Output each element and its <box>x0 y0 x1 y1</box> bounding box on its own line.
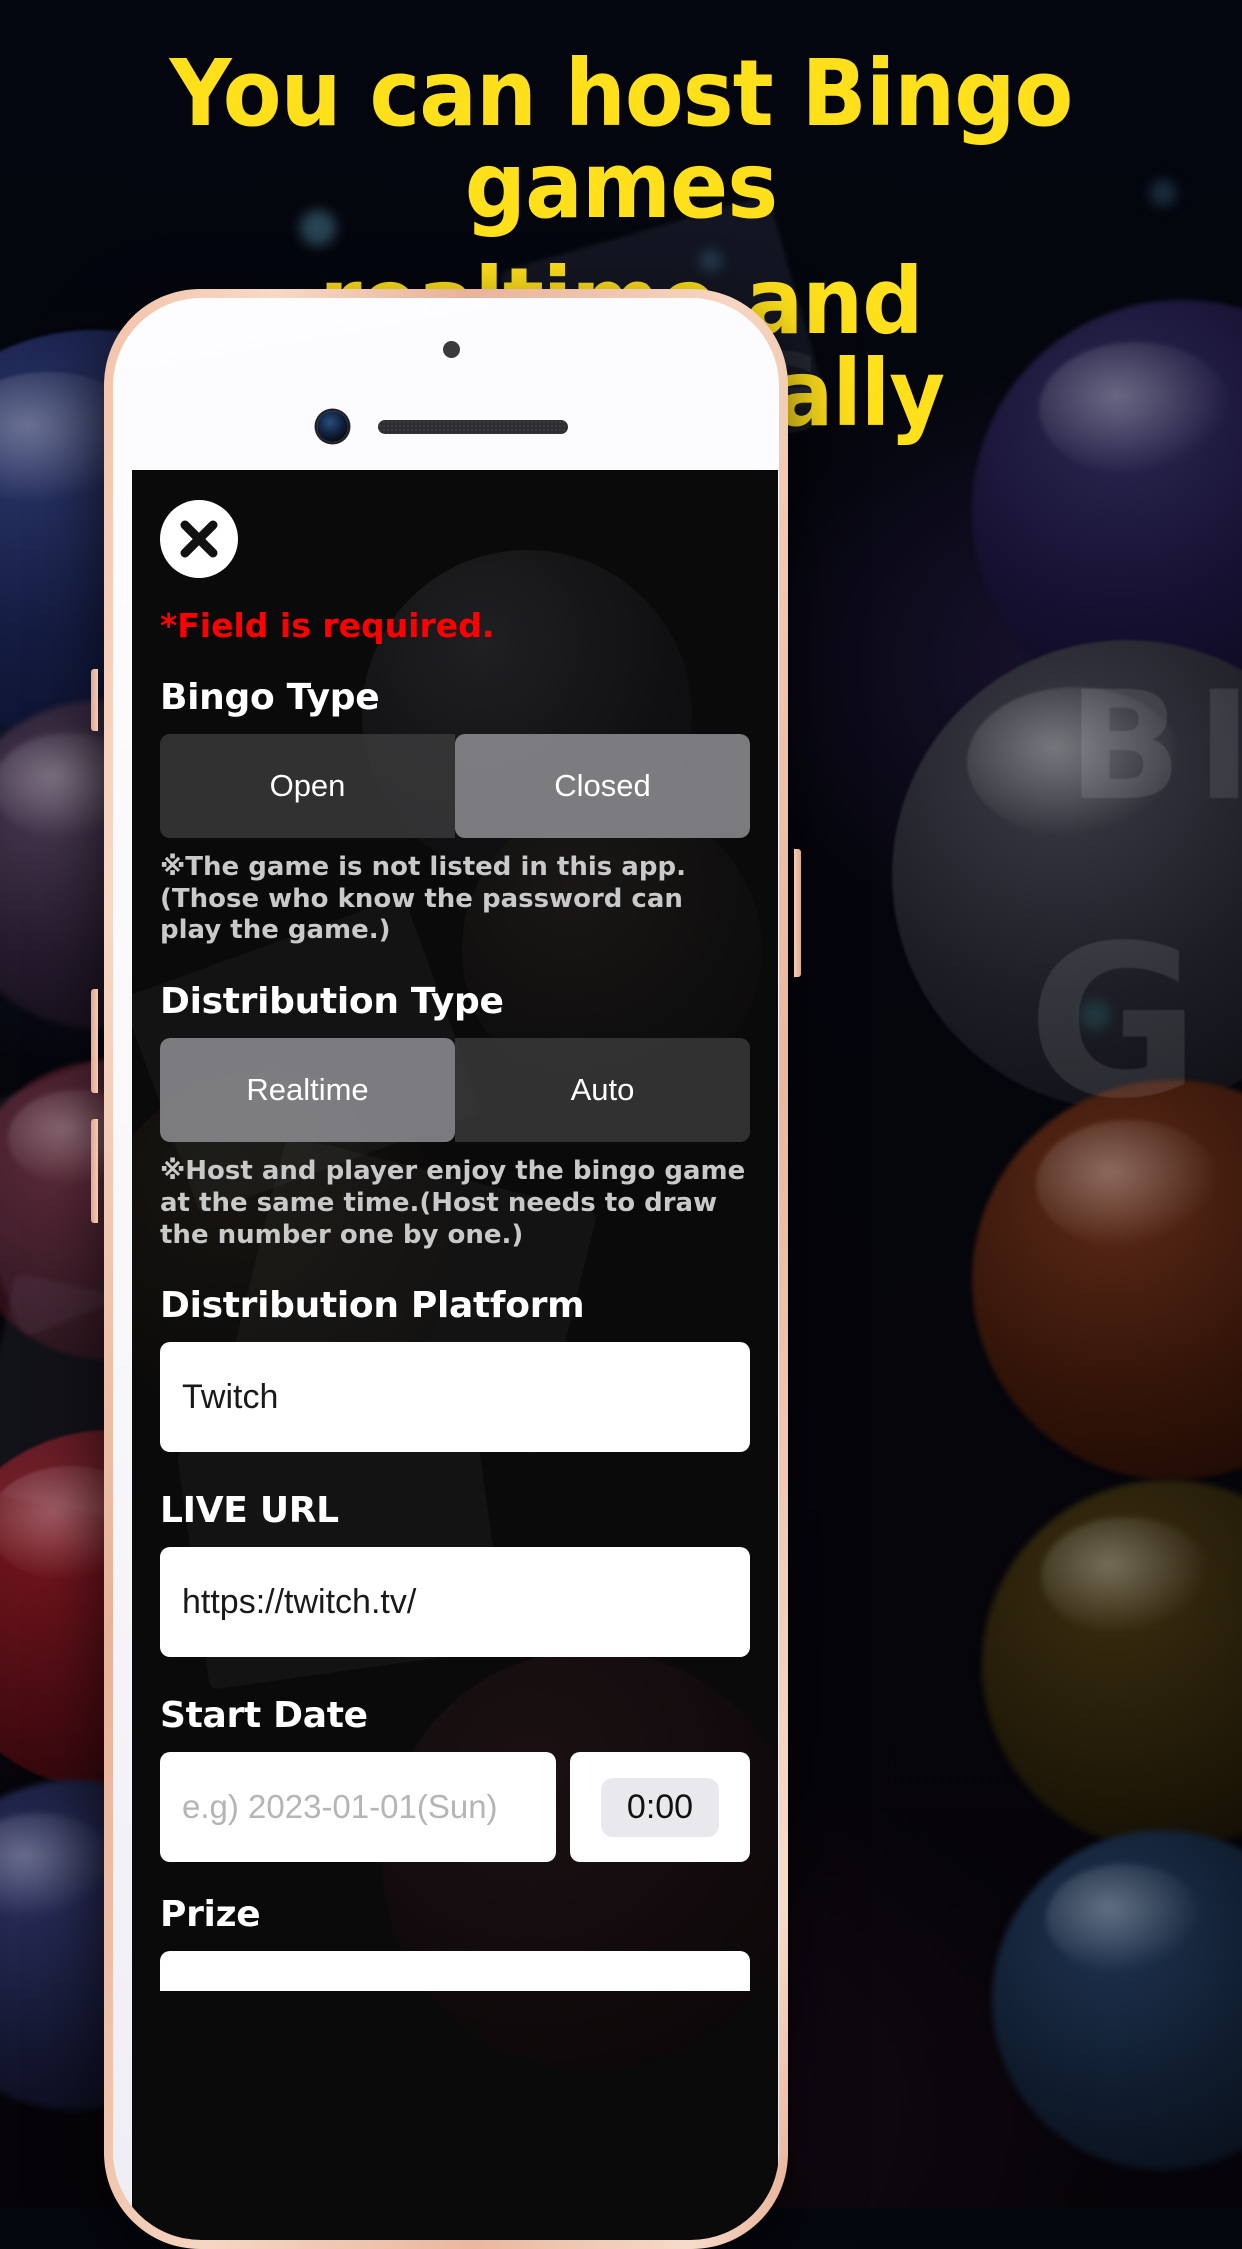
phone-mockup: *Field is required. Bingo Type Open Clos… <box>91 289 801 2249</box>
start-date-input[interactable]: e.g) 2023-01-01(Sun) <box>160 1752 556 1863</box>
decorative-letter-i: I <box>1196 660 1242 834</box>
distribution-platform-input[interactable]: Twitch <box>160 1342 750 1453</box>
bingo-type-label: Bingo Type <box>160 677 380 718</box>
proximity-sensor-icon <box>443 341 460 358</box>
phone-volume-up-button <box>91 989 98 1093</box>
start-date-label: Start Date <box>160 1695 368 1737</box>
form-container: *Field is required. Bingo Type Open Clos… <box>132 470 778 2240</box>
prize-section: Prize <box>160 1894 750 1992</box>
start-date-section: Start Date e.g) 2023-01-01(Sun) 0:00 <box>160 1695 750 1863</box>
live-url-label: LIVE URL <box>160 1490 339 1532</box>
phone-power-button <box>794 849 801 977</box>
phone-volume-down-button <box>91 1119 98 1223</box>
distribution-type-option-realtime[interactable]: Realtime <box>160 1038 455 1143</box>
start-time-input[interactable]: 0:00 <box>570 1752 750 1863</box>
bingo-type-section: Bingo Type Open Closed ※The game is not … <box>160 677 750 947</box>
headline-line-1: You can host Bingo games <box>169 40 1074 239</box>
decorative-letter-b: B <box>1067 660 1182 834</box>
prize-input[interactable] <box>160 1951 750 1992</box>
bingo-type-note: ※The game is not listed in this app.(Tho… <box>160 852 686 946</box>
distribution-type-segmented-control[interactable]: Realtime Auto <box>160 1038 750 1143</box>
distribution-type-note: ※Host and player enjoy the bingo game at… <box>160 1156 746 1250</box>
close-icon <box>180 520 218 558</box>
earpiece-speaker-icon <box>378 420 568 434</box>
live-url-section: LIVE URL https://twitch.tv/ <box>160 1490 750 1658</box>
phone-body: *Field is required. Bingo Type Open Clos… <box>113 298 779 2240</box>
start-time-value[interactable]: 0:00 <box>600 1777 720 1837</box>
distribution-type-section: Distribution Type Realtime Auto ※Host an… <box>160 981 750 1251</box>
close-button[interactable] <box>160 500 238 578</box>
distribution-platform-label: Distribution Platform <box>160 1285 585 1327</box>
bingo-type-segmented-control[interactable]: Open Closed <box>160 734 750 838</box>
start-date-row: e.g) 2023-01-01(Sun) 0:00 <box>160 1752 750 1863</box>
decorative-letter-g: G <box>1027 900 1200 1145</box>
error-message: *Field is required. <box>160 606 495 645</box>
distribution-type-label: Distribution Type <box>160 981 504 1023</box>
bingo-type-option-closed[interactable]: Closed <box>455 734 750 838</box>
live-url-input[interactable]: https://twitch.tv/ <box>160 1547 750 1658</box>
decorative-sparkle <box>1080 1000 1110 1030</box>
prize-label: Prize <box>160 1894 261 1936</box>
app-screen: *Field is required. Bingo Type Open Clos… <box>132 470 778 2240</box>
phone-mute-switch <box>91 669 98 731</box>
distribution-type-option-auto[interactable]: Auto <box>455 1038 750 1143</box>
front-camera-icon <box>317 411 348 442</box>
distribution-platform-section: Distribution Platform Twitch <box>160 1285 750 1453</box>
bingo-type-option-open[interactable]: Open <box>160 734 455 838</box>
